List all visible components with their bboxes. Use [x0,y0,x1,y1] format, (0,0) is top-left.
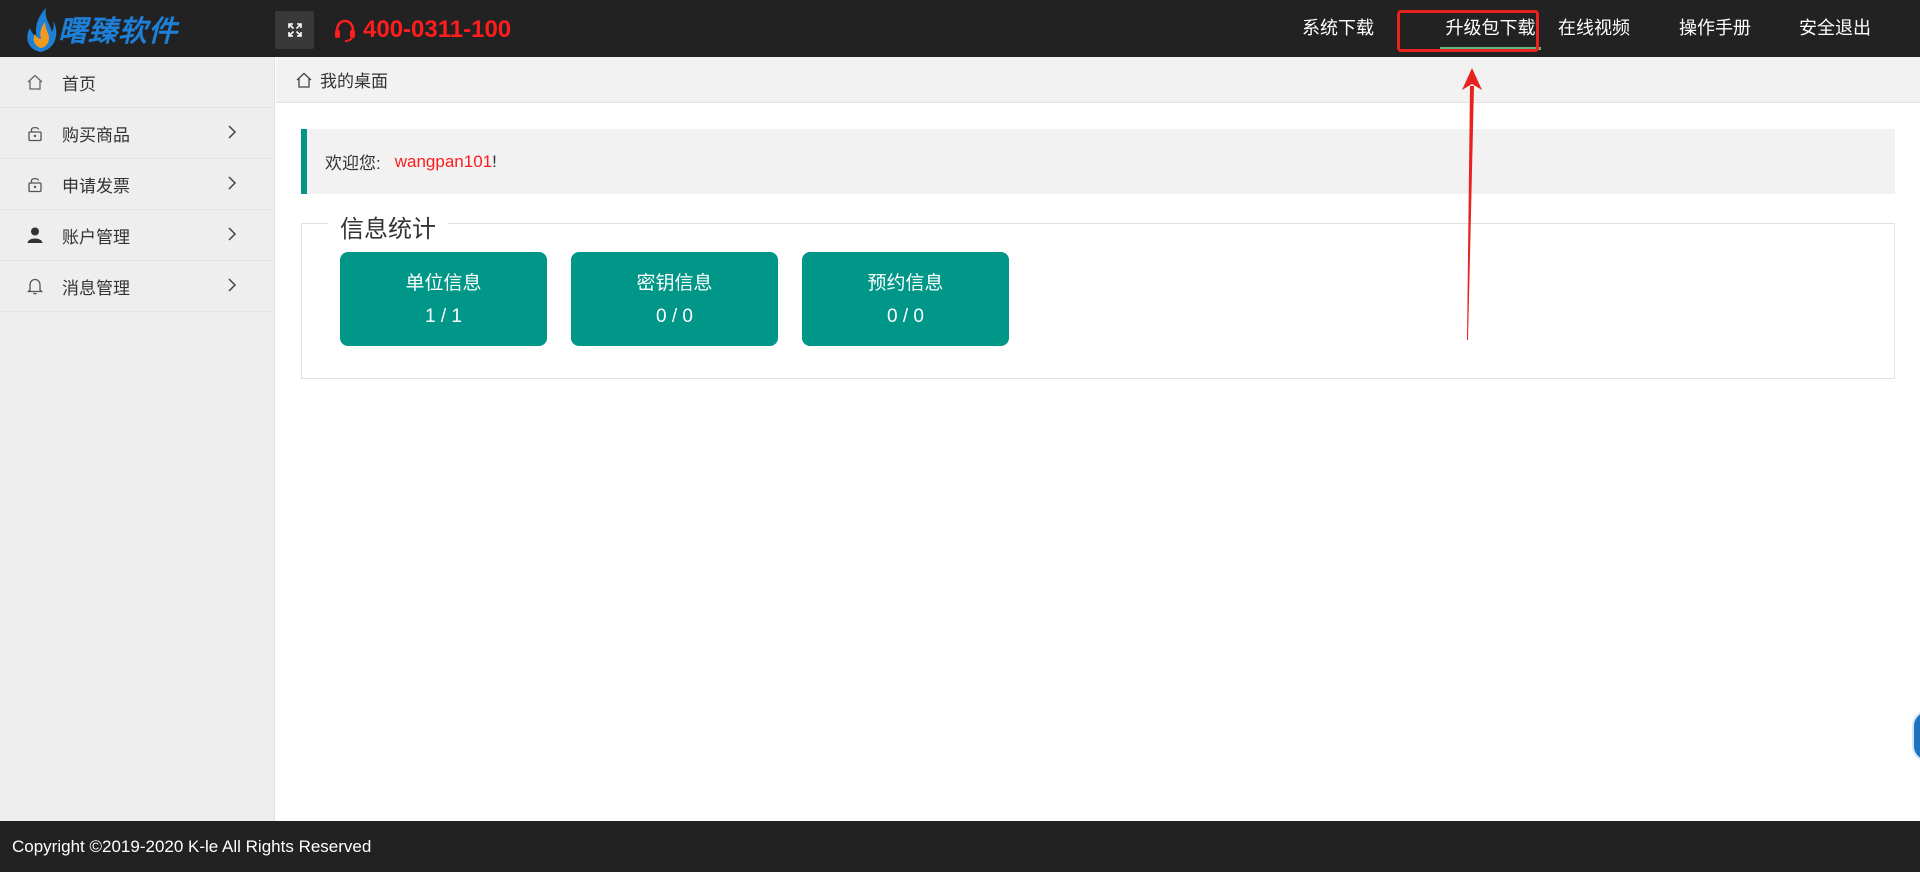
headset-phone-icon [335,19,355,42]
nav-label: 系统下载 [1302,18,1374,38]
sidebar-item-account[interactable]: 账户管理 [0,210,274,261]
welcome-prefix: 欢迎您: [325,154,381,173]
logo-text: 曙臻软件 [58,14,179,48]
sidebar-item-label: 消息管理 [62,278,130,298]
top-header: 曙臻软件 400-0311-100 系统下载 升级包下载 在线视频 操作手册 安… [0,0,1920,57]
hotline-number: 400-0311-100 [363,16,512,43]
nav-label: 升级包下载 [1445,18,1536,38]
sidebar-item-purchase[interactable]: 购买商品 [0,108,274,159]
welcome-banner: 欢迎您: wangpan101 ! [301,129,1895,194]
chevron-right-icon [228,176,237,190]
stats-title: 信息统计 [328,209,448,244]
stat-card-key-info[interactable]: 密钥信息 0 / 0 [571,252,778,346]
nav-label: 安全退出 [1799,18,1871,38]
sidebar-item-label: 购买商品 [62,125,130,145]
stat-card-title: 预约信息 [867,273,944,294]
chevron-right-icon [228,278,237,292]
home-outline-icon [27,74,43,90]
annotation-arrow-up-icon [1462,68,1482,340]
active-nav-indicator [1440,47,1541,50]
breadcrumb: 我的桌面 [276,57,1920,103]
hotline: 400-0311-100 [333,16,511,44]
sidebar-item-messages[interactable]: 消息管理 [0,261,274,312]
floating-widget-edge[interactable] [1912,710,1920,762]
fullscreen-button[interactable] [275,11,314,49]
stat-card-title: 单位信息 [405,273,482,294]
sidebar-item-label: 账户管理 [62,227,130,247]
nav-online-video[interactable]: 在线视频 [1558,0,1630,57]
sidebar-item-label: 申请发票 [62,176,130,196]
nav-manual[interactable]: 操作手册 [1679,0,1751,57]
sidebar-item-label: 首页 [62,74,96,94]
stat-card-value: 0 / 0 [656,306,693,327]
flame-logo-icon [27,8,57,52]
breadcrumb-current[interactable]: 我的桌面 [320,67,388,92]
stats-panel: 信息统计 单位信息 1 / 1 密钥信息 0 / 0 预约信息 0 / 0 [301,209,1895,379]
home-outline-icon [296,72,312,88]
welcome-suffix: ! [492,151,497,171]
nav-system-download[interactable]: 系统下载 [1302,0,1374,57]
username: wangpan101 [394,151,493,171]
copyright-text: Copyright ©2019-2020 K-le All Rights Res… [12,837,372,856]
user-icon [27,227,43,243]
chevron-right-icon [228,227,237,241]
bell-icon [26,278,44,295]
sidebar: 首页 购买商品 申请发票 账户管理 消息管理 [0,57,275,821]
logo[interactable]: 曙臻软件 [22,4,178,54]
sidebar-item-home[interactable]: 首页 [0,57,274,108]
stat-card-unit-info[interactable]: 单位信息 1 / 1 [340,252,547,346]
nav-logout[interactable]: 安全退出 [1799,0,1871,57]
stat-card-title: 密钥信息 [636,273,713,294]
lock-icon [28,126,42,142]
nav-upgrade-download[interactable]: 升级包下载 [1423,0,1558,57]
nav-label: 操作手册 [1679,18,1751,38]
chevron-right-icon [228,125,237,139]
stat-card-reservation-info[interactable]: 预约信息 0 / 0 [802,252,1009,346]
sidebar-item-invoice[interactable]: 申请发票 [0,159,274,210]
stat-card-value: 0 / 0 [887,306,924,327]
nav-label: 在线视频 [1558,18,1630,38]
footer: Copyright ©2019-2020 K-le All Rights Res… [0,821,1920,872]
lock-icon [28,177,42,193]
expand-icon [287,23,302,37]
stat-card-value: 1 / 1 [425,306,462,327]
